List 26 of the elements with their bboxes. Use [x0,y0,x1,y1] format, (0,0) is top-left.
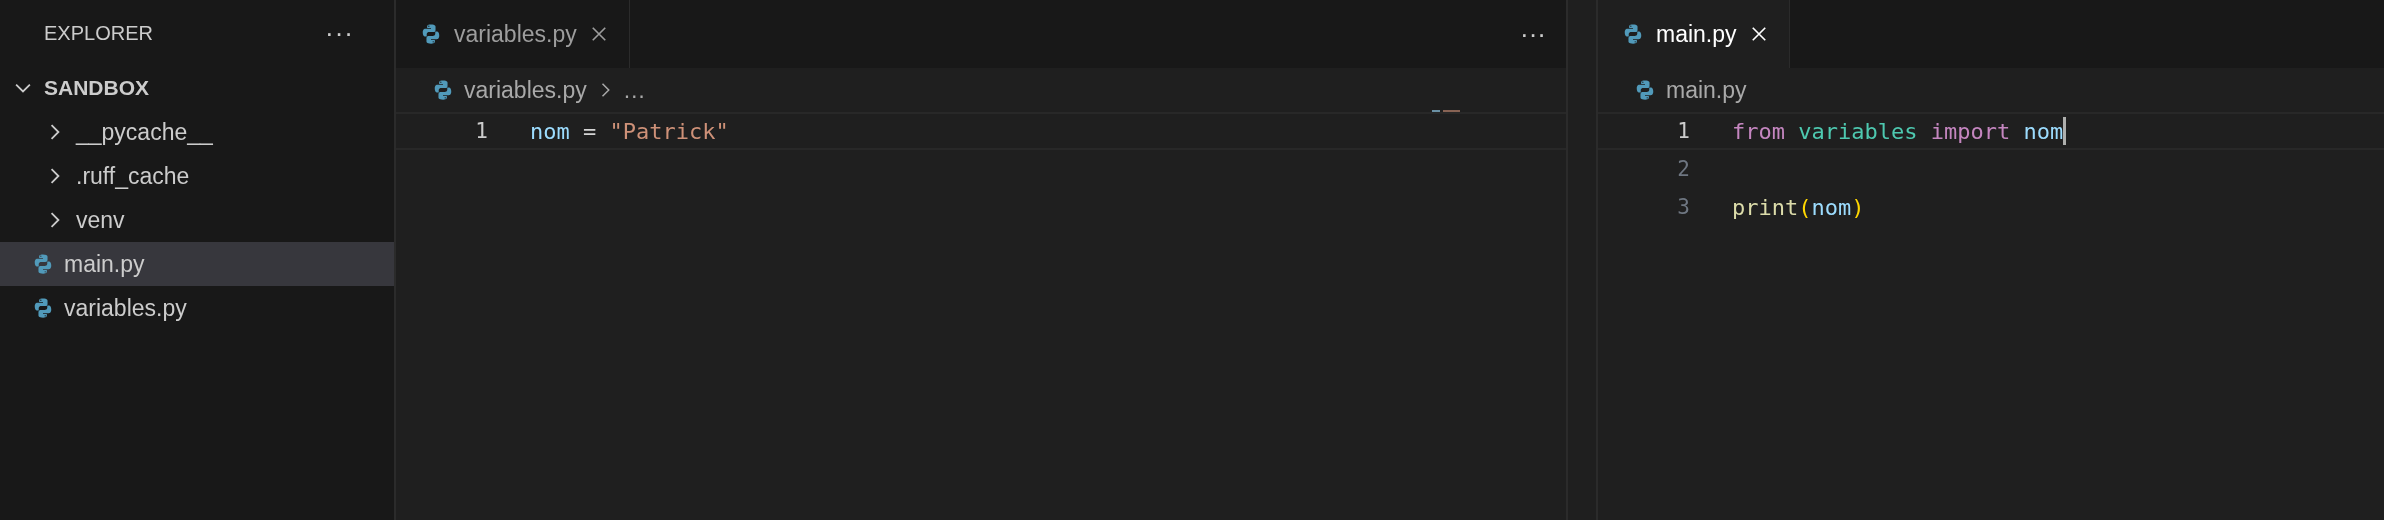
code-line: print(nom) [1732,194,1865,220]
line-number: 1 [1676,119,1691,143]
file-item[interactable]: main.py [0,242,394,286]
editor-tab[interactable]: main.py [1598,0,1790,68]
folder-item[interactable]: __pycache__ [0,110,394,154]
breadcrumb[interactable]: main.py [1666,76,1747,104]
code-line: from variables import nom [1732,117,2067,145]
line-number: 1 [474,119,489,143]
file-item[interactable]: variables.py [0,286,394,330]
python-icon [1622,23,1644,45]
breadcrumb[interactable]: … [622,76,646,104]
line-number: 2 [1676,157,1691,181]
folder-item[interactable]: .ruff_cache [0,154,394,198]
sidebar-title: EXPLORER [44,21,153,45]
python-icon [432,79,454,101]
more-actions-button[interactable]: ··· [325,17,354,49]
python-icon [32,253,54,275]
folder-item[interactable]: venv [0,198,394,242]
python-icon [1634,79,1656,101]
code-line: nom = "Patrick" [530,118,729,144]
more-actions-button[interactable]: ··· [1520,18,1566,50]
python-icon [420,23,442,45]
line-number: 3 [1676,195,1691,219]
folder-header[interactable]: SANDBOX [0,66,394,110]
breadcrumb[interactable]: variables.py [464,76,587,104]
python-icon [32,297,54,319]
